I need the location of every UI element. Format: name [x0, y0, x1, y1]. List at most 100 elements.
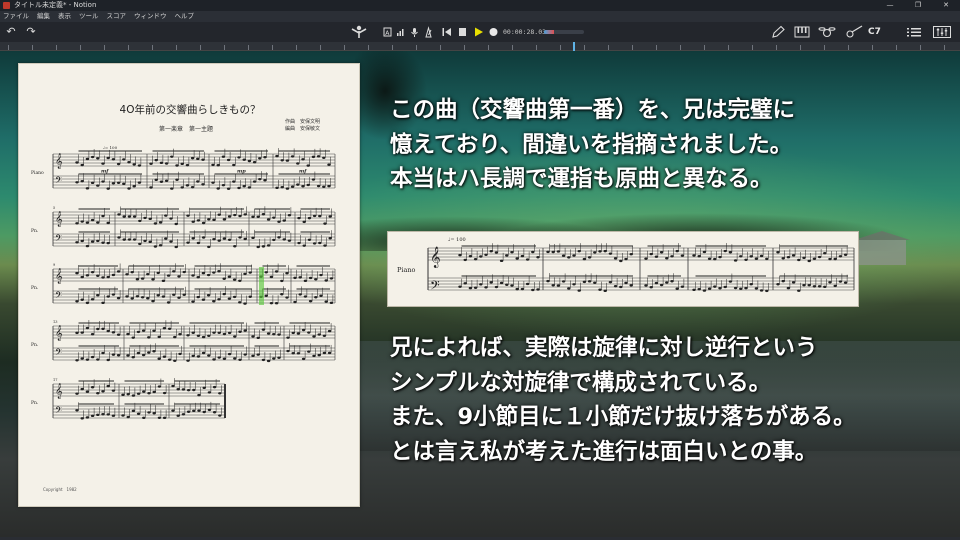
menu-bar: ファイル 編集 表示 ツール スコア ウィンドウ ヘルプ	[0, 11, 960, 22]
output-level-fill	[544, 30, 554, 34]
window-title: タイトル未定義* - Notion	[14, 1, 97, 9]
notation-a-icon[interactable]: A	[383, 25, 392, 39]
ruler-tick	[656, 45, 657, 50]
ruler-tick	[776, 45, 777, 50]
bass-notes	[191, 286, 252, 305]
measure-number: 9	[53, 263, 55, 267]
volume-bars-icon[interactable]	[396, 25, 405, 39]
caption-line: とは言え私が考えた進行は面白いとの事。	[390, 438, 818, 465]
excerpt-tempo: ♩= 100	[448, 237, 466, 243]
bass-notes	[171, 401, 222, 417]
menu-edit[interactable]: 編集	[37, 11, 50, 22]
bass-notes	[251, 229, 292, 249]
play-icon[interactable]	[473, 25, 484, 39]
treble-notes	[251, 206, 292, 223]
score-credits: 作曲 安保文明 編曲 安保敏文	[285, 119, 320, 133]
pen-tool-icon[interactable]	[770, 25, 786, 39]
score-system: 𝄞 𝄢 Pn. 13	[31, 320, 336, 363]
bass-clef: 𝄢	[55, 233, 62, 246]
score-page[interactable]: ♩= 100 𝄞 𝄢 Piano mf mp mf 𝄞 𝄢 Pn. 5 𝄞 𝄢 Pn. 9 𝄞 𝄢 Pn. 13 𝄞 𝄢…	[18, 63, 360, 507]
score-subtitle: 第一楽章 第一主題	[159, 126, 214, 133]
dynamic-mark: mf	[299, 169, 307, 175]
ruler-tick	[272, 45, 273, 50]
ruler-tick	[680, 45, 681, 50]
bass-clef: 𝄢	[55, 290, 62, 303]
caption-top: この曲（交響曲第一番）を、兄は完璧に 憶えており、間違いを指摘されました。 本当…	[390, 93, 795, 197]
treble-clef: 𝄞	[55, 154, 63, 169]
instrument-label: Pn.	[31, 342, 39, 348]
excerpt-instrument-label: Piano	[397, 266, 416, 274]
chord-display[interactable]: C7	[868, 25, 881, 39]
caption-line: 憶えており、間違いを指摘されました。	[390, 131, 793, 158]
excerpt-treble-notes	[644, 243, 685, 260]
playhead-cursor[interactable]	[573, 42, 575, 51]
bass-notes	[75, 231, 110, 248]
dynamic-mark: mp	[237, 169, 246, 175]
ruler-tick	[896, 45, 897, 50]
undo-icon[interactable]: ↶	[4, 25, 18, 39]
piano-keyboard-icon[interactable]	[794, 25, 810, 39]
metronome-icon[interactable]	[424, 25, 433, 39]
measure-number: 17	[53, 378, 57, 382]
list-view-icon[interactable]	[905, 25, 923, 39]
treble-notes	[75, 263, 121, 279]
menu-help[interactable]: ヘルプ	[175, 11, 195, 22]
instrument-label: Piano	[31, 170, 44, 176]
menu-window[interactable]: ウィンドウ	[134, 11, 167, 22]
ruler-tick	[128, 45, 129, 50]
menu-view[interactable]: 表示	[58, 11, 71, 22]
drum-kit-icon[interactable]	[818, 25, 836, 39]
treble-notes	[191, 263, 252, 282]
score-system: 𝄞 𝄢 Pn. 9	[31, 263, 336, 305]
conductor-icon[interactable]	[350, 25, 368, 39]
bass-notes	[75, 345, 121, 362]
window-controls: — ❐ ✕	[876, 0, 960, 11]
ruler-tick	[512, 45, 513, 50]
minimize-button[interactable]: —	[876, 0, 904, 11]
notion-app-window: タイトル未定義* - Notion — ❐ ✕ ファイル 編集 表示 ツール ス…	[0, 0, 960, 540]
mixer-icon[interactable]	[932, 25, 952, 39]
menu-score[interactable]: スコア	[107, 11, 127, 22]
stop-icon[interactable]	[457, 25, 468, 39]
caption-line: 兄によれば、実際は旋律に対し逆行という	[390, 335, 818, 361]
score-title: 4O年前の交響曲らしきもの？	[119, 104, 261, 116]
score-excerpt: ♩= 100 𝄞 𝄢 Piano	[387, 231, 859, 307]
ruler-tick	[608, 45, 609, 50]
ruler-tick	[8, 45, 9, 50]
record-icon[interactable]	[488, 25, 499, 39]
maximize-button[interactable]: ❐	[904, 0, 932, 11]
redo-icon[interactable]: ↷	[24, 25, 38, 39]
ruler-tick	[704, 45, 705, 50]
bass-notes	[186, 229, 247, 249]
bass-notes	[149, 171, 205, 190]
ruler-tick	[848, 45, 849, 50]
timeline-ruler[interactable]	[0, 42, 960, 51]
treble-clef: 𝄞	[55, 269, 63, 284]
excerpt-bass-notes	[546, 273, 633, 293]
ruler-tick	[464, 45, 465, 50]
composer-credit: 作曲 安保文明	[285, 119, 321, 125]
treble-notes	[293, 265, 334, 283]
guitar-icon[interactable]	[844, 25, 864, 39]
treble-notes	[251, 321, 281, 340]
ruler-tick	[56, 45, 57, 50]
rewind-icon[interactable]	[441, 25, 452, 39]
microphone-icon[interactable]	[410, 25, 419, 39]
bass-staff	[53, 233, 335, 247]
close-button[interactable]: ✕	[932, 0, 960, 11]
ruler-tick	[416, 45, 417, 50]
bass-notes	[297, 230, 332, 247]
caption-line: シンプルな対旋律で構成されている。	[390, 369, 772, 396]
ruler-tick	[392, 45, 393, 50]
treble-notes	[125, 263, 186, 283]
ruler-tick	[248, 45, 249, 50]
menu-tools[interactable]: ツール	[79, 11, 99, 22]
treble-notes	[297, 207, 332, 225]
caption-line: 本当はハ長調で運指も原曲と異なる。	[390, 166, 773, 192]
treble-notes	[75, 208, 110, 225]
score-system: 𝄞 𝄢 Pn. 5	[31, 206, 336, 249]
ruler-tick	[920, 45, 921, 50]
menu-file[interactable]: ファイル	[3, 11, 29, 22]
bass-clef: 𝄢	[55, 405, 62, 418]
bass-notes	[75, 173, 142, 190]
